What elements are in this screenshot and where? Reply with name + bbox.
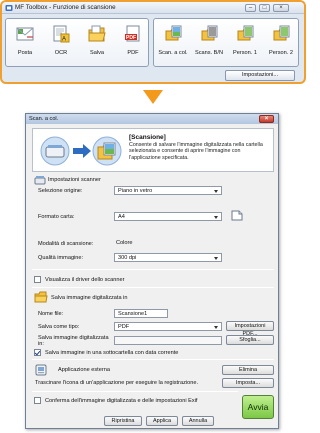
toolbox-button-scan-bw[interactable]: Scans. B/N — [192, 19, 226, 66]
remove-app-button[interactable]: Elimina — [222, 365, 274, 375]
confirm-exif-checkbox[interactable] — [34, 397, 41, 404]
custom2-icon — [273, 25, 290, 41]
scanner-to-folder-icon — [40, 136, 122, 166]
chevron-down-icon — [214, 326, 218, 329]
source-value: Piano in vetro — [118, 188, 153, 194]
settings-button[interactable]: Impostazioni... — [225, 70, 295, 81]
svg-text:A: A — [62, 37, 66, 43]
dialog-title: Scan. a col. — [29, 116, 59, 122]
source-label: Selezione origine: — [38, 188, 83, 194]
external-app-hint: Trascinare l'icona di un'applicazione pe… — [35, 380, 198, 386]
toolbox-button-custom1[interactable]: Person. 1 — [228, 19, 262, 66]
scan-color-icon — [165, 25, 182, 41]
pdf-settings-button[interactable]: Impostazioni PDF... — [226, 321, 274, 337]
toolbox-button-ocr[interactable]: A OCR — [44, 19, 78, 66]
scanner-settings-heading: Impostazioni scanner — [48, 177, 101, 183]
image-quality-select[interactable]: 300 dpi — [114, 253, 222, 262]
subfolder-date-label: Salva immagine in una sottocartella con … — [45, 350, 179, 356]
toolbox-button-scan-color[interactable]: Scan. a col. — [156, 19, 190, 66]
paper-size-label: Formato carta: — [38, 214, 75, 220]
show-driver-checkbox[interactable] — [34, 276, 41, 283]
toolbox-title: MF Toolbox - Funzione di scansione — [15, 4, 116, 11]
scan-mode-label: Modalità di scansione: — [38, 241, 94, 247]
toolbox-titlebar[interactable]: MF Toolbox - Funzione di scansione – □ × — [2, 2, 304, 14]
browse-button[interactable]: Sfoglia... — [226, 335, 274, 345]
file-name-value: Scansione1 — [118, 311, 148, 317]
toolbox-group-basic: Posta A OCR Salva PDF PDF — [5, 18, 149, 67]
folder-icon — [34, 291, 48, 303]
folder-save-icon — [88, 25, 106, 42]
file-name-label: Nome file: — [38, 311, 64, 317]
maximize-button[interactable]: □ — [259, 4, 270, 12]
toolbox-button-label: Scans. B/N — [195, 50, 223, 56]
save-as-type-label: Salva come tipo: — [38, 324, 80, 330]
save-in-label: Salva immagine digitalizzata in: — [38, 335, 109, 347]
svg-text:PDF: PDF — [126, 35, 136, 41]
scan-mode-value: Colore — [116, 240, 133, 246]
scan-bw-icon — [201, 25, 218, 41]
pdf-icon: PDF — [125, 25, 140, 42]
save-section-heading: Salva immagine digitalizzata in — [51, 295, 128, 301]
paper-size-select[interactable]: A4 — [114, 212, 222, 221]
page-orientation-icon — [231, 210, 243, 221]
save-in-path-field[interactable] — [114, 336, 222, 345]
toolbox-button-label: Person. 1 — [233, 50, 257, 56]
cancel-button[interactable]: Annulla — [182, 416, 214, 426]
image-quality-value: 300 dpi — [118, 255, 137, 261]
restore-button[interactable]: Ripristina — [104, 416, 142, 426]
minimize-button[interactable]: – — [245, 4, 256, 12]
confirm-exif-label: Conferma dell'immagine digitalizzata e d… — [45, 398, 198, 404]
scanner-icon — [34, 176, 46, 185]
chevron-down-icon — [214, 216, 218, 219]
scan-function-name: [Scansione] — [129, 134, 166, 141]
close-icon[interactable]: × — [273, 4, 289, 12]
start-button[interactable]: Avvia — [242, 395, 274, 419]
mail-icon — [16, 27, 34, 41]
subfolder-date-checkbox[interactable] — [34, 349, 41, 356]
paper-size-value: A4 — [118, 214, 125, 220]
toolbox-group-scan: Scan. a col. Scans. B/N Person. 1 Person… — [153, 18, 299, 67]
toolbox-window: MF Toolbox - Funzione di scansione – □ ×… — [0, 0, 306, 84]
toolbox-app-icon — [5, 5, 13, 11]
toolbox-button-pdf[interactable]: PDF PDF — [116, 19, 150, 66]
save-as-type-select[interactable]: PDF — [114, 322, 222, 331]
custom1-icon — [237, 25, 254, 41]
down-arrow-icon — [143, 90, 163, 104]
show-driver-label: Visualizza il driver dello scanner — [45, 277, 125, 283]
divider — [32, 269, 274, 270]
toolbox-button-label: PDF — [127, 50, 139, 56]
application-icon — [35, 364, 47, 376]
save-as-type-value: PDF — [118, 324, 130, 330]
external-app-heading: Applicazione esterna — [58, 367, 110, 373]
divider — [32, 391, 238, 392]
toolbox-button-label: Person. 2 — [269, 50, 293, 56]
chevron-down-icon — [214, 190, 218, 193]
divider — [32, 287, 274, 288]
toolbox-button-custom2[interactable]: Person. 2 — [264, 19, 298, 66]
toolbox-button-label: OCR — [54, 50, 68, 56]
chevron-down-icon — [214, 257, 218, 260]
dialog-titlebar[interactable]: Scan. a col. × — [26, 114, 278, 124]
ocr-icon: A — [53, 25, 70, 43]
toolbox-button-save[interactable]: Salva — [80, 19, 114, 66]
toolbox-button-mail[interactable]: Posta — [8, 19, 42, 66]
scan-settings-dialog: Scan. a col. × [Scansione] Consente di s… — [25, 113, 279, 429]
file-name-input[interactable]: Scansione1 — [114, 309, 168, 318]
toolbox-button-label: Posta — [17, 50, 33, 56]
divider — [32, 359, 274, 360]
dialog-close-icon[interactable]: × — [259, 115, 274, 123]
scan-description-panel: [Scansione] Consente di salvare l'immagi… — [32, 128, 274, 172]
scan-function-description: Consente di salvare l'immagine digitaliz… — [129, 142, 263, 161]
apply-button[interactable]: Applica — [146, 416, 178, 426]
set-app-button[interactable]: Imposta... — [222, 378, 274, 388]
image-quality-label: Qualità immagine: — [38, 255, 84, 261]
toolbox-button-label: Salva — [90, 50, 104, 56]
toolbox-button-label: Scan. a col. — [158, 50, 188, 56]
source-select[interactable]: Piano in vetro — [114, 186, 222, 195]
